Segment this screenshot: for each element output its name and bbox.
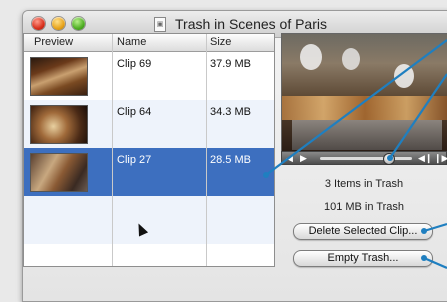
clip-preview-video[interactable]: [281, 33, 447, 153]
column-header-preview[interactable]: Preview: [34, 36, 73, 48]
clip-thumbnail: [30, 105, 88, 144]
trash-total-size: 101 MB in Trash: [323, 201, 405, 213]
minimize-window-button[interactable]: [52, 17, 65, 30]
column-divider[interactable]: [112, 34, 113, 266]
close-window-button[interactable]: [32, 17, 45, 30]
zoom-window-button[interactable]: [72, 17, 85, 30]
empty-trash-button[interactable]: Empty Trash...: [293, 250, 433, 267]
video-controls: ◀ ▶ ◀❙ ❙▶: [281, 151, 447, 165]
clip-name: Clip 27: [117, 154, 152, 166]
trash-item-count: 3 Items in Trash: [324, 178, 404, 190]
table-row[interactable]: Clip 69 37.9 MB: [24, 52, 274, 100]
step-forward-icon[interactable]: ❙▶: [434, 153, 447, 164]
playhead-slider[interactable]: [383, 153, 395, 165]
playback-track[interactable]: [320, 157, 412, 160]
clip-thumbnail: [30, 57, 88, 96]
clip-name: Clip 64: [117, 106, 152, 118]
delete-selected-clip-button[interactable]: Delete Selected Clip...: [293, 223, 433, 240]
empty-row: [24, 196, 274, 244]
trash-document-icon: ▣: [154, 17, 166, 32]
clip-size: 37.9 MB: [210, 58, 251, 70]
column-header-name[interactable]: Name: [117, 36, 146, 48]
sound-icon[interactable]: ◀: [286, 153, 293, 164]
clip-thumbnail: [30, 153, 88, 192]
clip-table[interactable]: Preview Name Size Clip 69 37.9 MB Clip 6…: [23, 33, 275, 267]
play-icon[interactable]: ▶: [300, 153, 307, 164]
table-row-selected[interactable]: Clip 27 28.5 MB: [24, 148, 274, 196]
column-divider[interactable]: [206, 34, 207, 266]
clip-name: Clip 69: [117, 58, 152, 70]
step-back-icon[interactable]: ◀❙: [418, 153, 432, 164]
window-title: Trash in Scenes of Paris: [175, 16, 327, 32]
clip-size: 34.3 MB: [210, 106, 251, 118]
clip-size: 28.5 MB: [210, 154, 251, 166]
table-row[interactable]: Clip 64 34.3 MB: [24, 100, 274, 148]
table-header: Preview Name Size: [24, 34, 274, 52]
column-header-size[interactable]: Size: [210, 36, 231, 48]
